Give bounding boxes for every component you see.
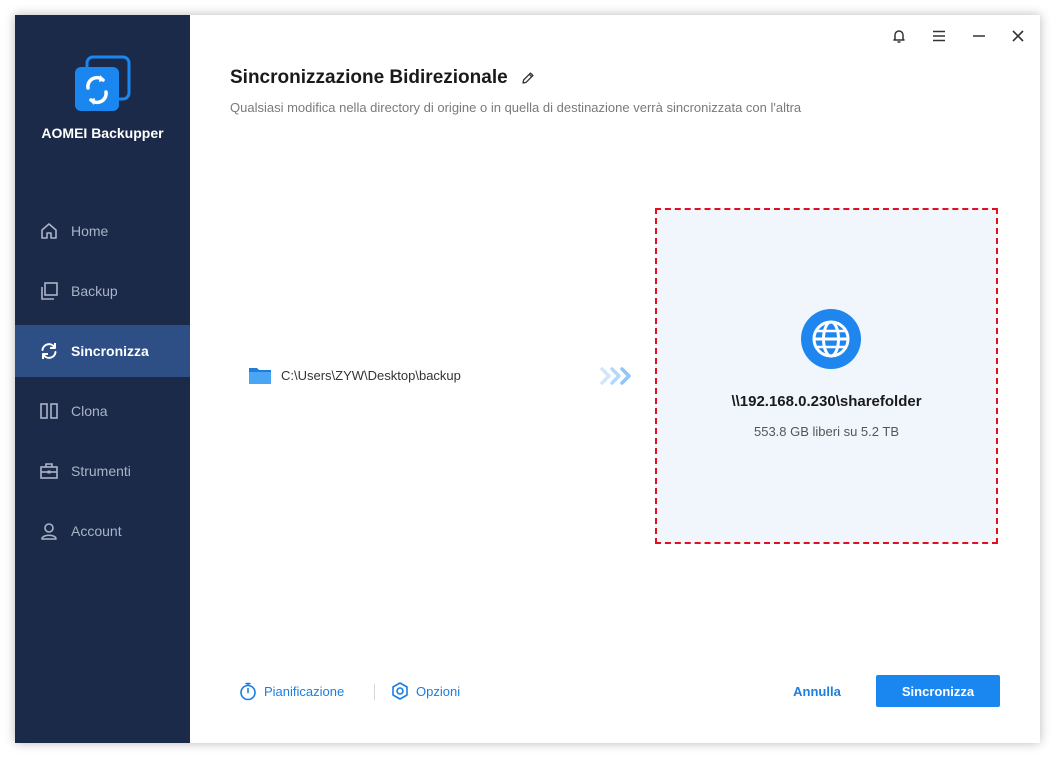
hamburger-menu-icon — [931, 28, 947, 44]
sidebar-item-account[interactable]: Account — [15, 505, 190, 557]
source-directory[interactable]: C:\Users\ZYW\Desktop\backup — [248, 365, 461, 385]
sidebar-nav: Home Backup Sincronizza Clona Strumenti … — [15, 205, 190, 565]
stopwatch-icon — [238, 681, 258, 701]
double-chevron-right-icon — [600, 365, 634, 387]
pencil-icon[interactable] — [520, 70, 536, 86]
brand-name: AOMEI Backupper — [41, 125, 164, 141]
notification-button[interactable] — [888, 25, 910, 47]
app-window: AOMEI Backupper Home Backup Sincronizza — [15, 15, 1040, 743]
sidebar-item-tools[interactable]: Strumenti — [15, 445, 190, 497]
menu-button[interactable] — [928, 25, 950, 47]
source-path: C:\Users\ZYW\Desktop\backup — [281, 367, 461, 383]
sidebar-item-label: Strumenti — [71, 463, 131, 479]
page-title: Sincronizzazione Bidirezionale — [230, 67, 508, 88]
backup-icon — [39, 281, 59, 301]
clone-icon — [39, 401, 59, 421]
destination-path: \\192.168.0.230\sharefolder — [731, 393, 922, 410]
bell-icon — [891, 28, 907, 44]
minimize-icon — [971, 28, 987, 44]
destination-free-space: 553.8 GB liberi su 5.2 TB — [753, 424, 899, 439]
folder-icon — [248, 365, 272, 385]
sidebar: AOMEI Backupper Home Backup Sincronizza — [15, 15, 190, 743]
destination-target[interactable]: \\192.168.0.230\sharefolder 553.8 GB lib… — [655, 208, 998, 544]
sync-icon — [39, 341, 59, 361]
title-row: Sincronizzazione Bidirezionale — [230, 67, 536, 89]
sidebar-item-label: Backup — [71, 283, 118, 299]
minimize-button[interactable] — [968, 25, 990, 47]
divider — [374, 684, 375, 700]
sidebar-item-sync[interactable]: Sincronizza — [15, 325, 190, 377]
options-link[interactable]: Opzioni — [390, 681, 460, 701]
sidebar-item-backup[interactable]: Backup — [15, 265, 190, 317]
sync-button[interactable]: Sincronizza — [876, 675, 1000, 707]
main-panel: Sincronizzazione Bidirezionale Qualsiasi… — [190, 15, 1040, 743]
sidebar-item-label: Account — [71, 523, 122, 539]
page-subtitle: Qualsiasi modifica nella directory di or… — [230, 100, 802, 115]
settings-hex-icon — [390, 681, 410, 701]
sidebar-item-label: Clona — [71, 403, 108, 419]
options-label: Opzioni — [416, 683, 461, 699]
home-icon — [39, 221, 59, 241]
sidebar-item-label: Home — [71, 223, 109, 239]
sidebar-item-home[interactable]: Home — [15, 205, 190, 257]
schedule-link[interactable]: Pianificazione — [238, 681, 344, 701]
sync-logo-icon — [73, 55, 131, 113]
schedule-label: Pianificazione — [264, 683, 345, 699]
user-icon — [39, 521, 59, 541]
sidebar-item-label: Sincronizza — [71, 343, 149, 359]
globe-icon — [799, 307, 863, 371]
cancel-button[interactable]: Annulla — [780, 675, 854, 707]
close-button[interactable] — [1007, 25, 1029, 47]
toolbox-icon — [39, 461, 59, 481]
close-icon — [1010, 28, 1026, 44]
sidebar-item-clone[interactable]: Clona — [15, 385, 190, 437]
